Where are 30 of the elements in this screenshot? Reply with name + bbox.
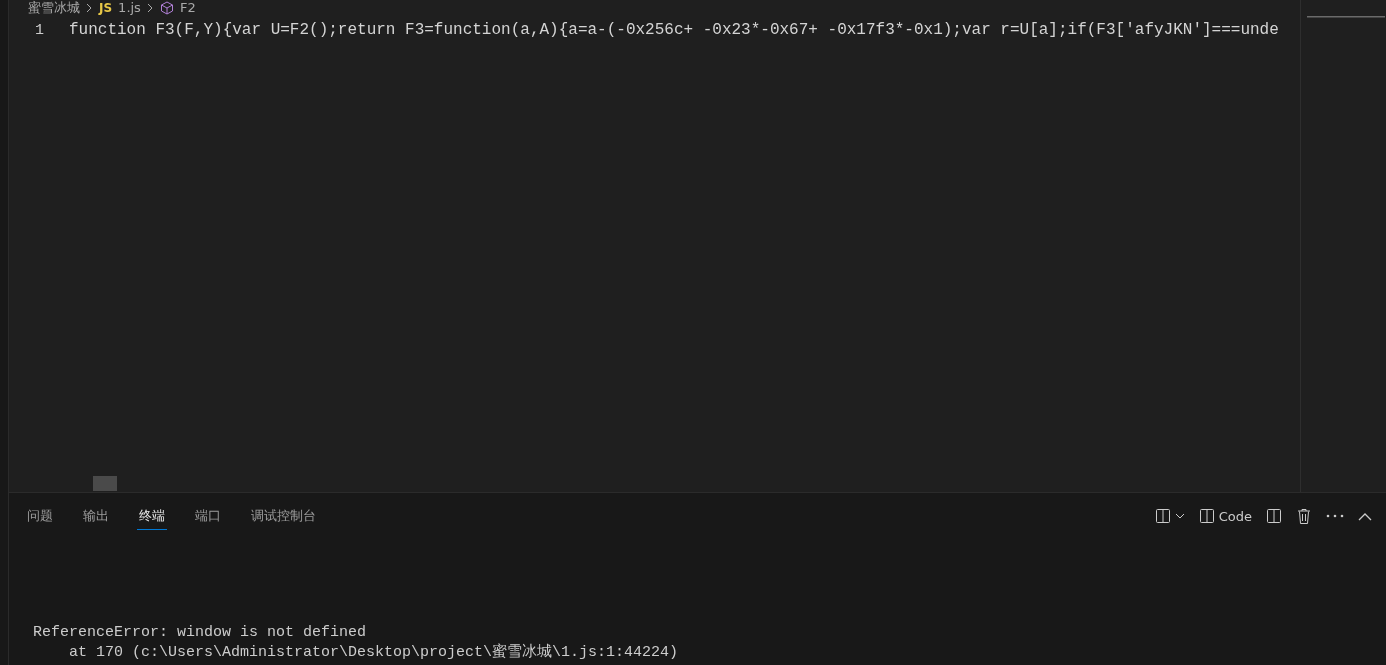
terminal-output-line: at 170 (c:\Users\Administrator\Desktop\project\蜜雪冰城\1.js:1:44224) (68, 643, 680, 663)
split-icon (1198, 508, 1215, 524)
panel-tab[interactable]: 问题 (25, 502, 55, 530)
scrollbar-thumb[interactable] (93, 476, 117, 491)
panel-tab[interactable]: 终端 (137, 502, 167, 530)
chevron-right-icon (86, 3, 93, 13)
panel-tab[interactable]: 端口 (193, 502, 223, 530)
breadcrumb-item[interactable]: 1.js (118, 0, 141, 16)
terminal-output-line: ReferenceError: window is not defined (33, 623, 368, 643)
more-button[interactable] (1326, 514, 1344, 518)
trash-icon (1296, 507, 1312, 525)
terminal-name-button[interactable]: Code (1198, 508, 1252, 524)
cube-icon (159, 1, 174, 15)
line-number: 1 (34, 21, 45, 39)
split-icon (1154, 508, 1171, 524)
panel-tab[interactable]: 输出 (81, 502, 111, 530)
chevron-right-icon (146, 3, 154, 13)
breadcrumb-item[interactable]: 蜜雪冰城 (28, 0, 80, 16)
delete-button[interactable] (1296, 507, 1312, 525)
maximize-panel-button[interactable] (1358, 511, 1372, 521)
new-terminal-button[interactable] (1154, 508, 1185, 524)
code-line: function F3(F,Y){var U=F2();return F3=function(a,A){a=a-(-0x256c+ -0x23*-0x67+ -0x17f3*-0x1);var r=U[a];if(F3['afyJKN']===unde (69, 21, 1279, 39)
panel-tab[interactable]: 调试控制台 (249, 502, 318, 530)
js-file-icon: JS (99, 0, 113, 16)
chevron-up-icon (1358, 511, 1372, 521)
split-icon (1266, 508, 1282, 524)
more-icon (1326, 514, 1344, 518)
split-terminal-button[interactable] (1266, 508, 1282, 524)
breadcrumb-item[interactable]: F2 (179, 0, 196, 16)
chevron-down-icon (1174, 512, 1185, 520)
